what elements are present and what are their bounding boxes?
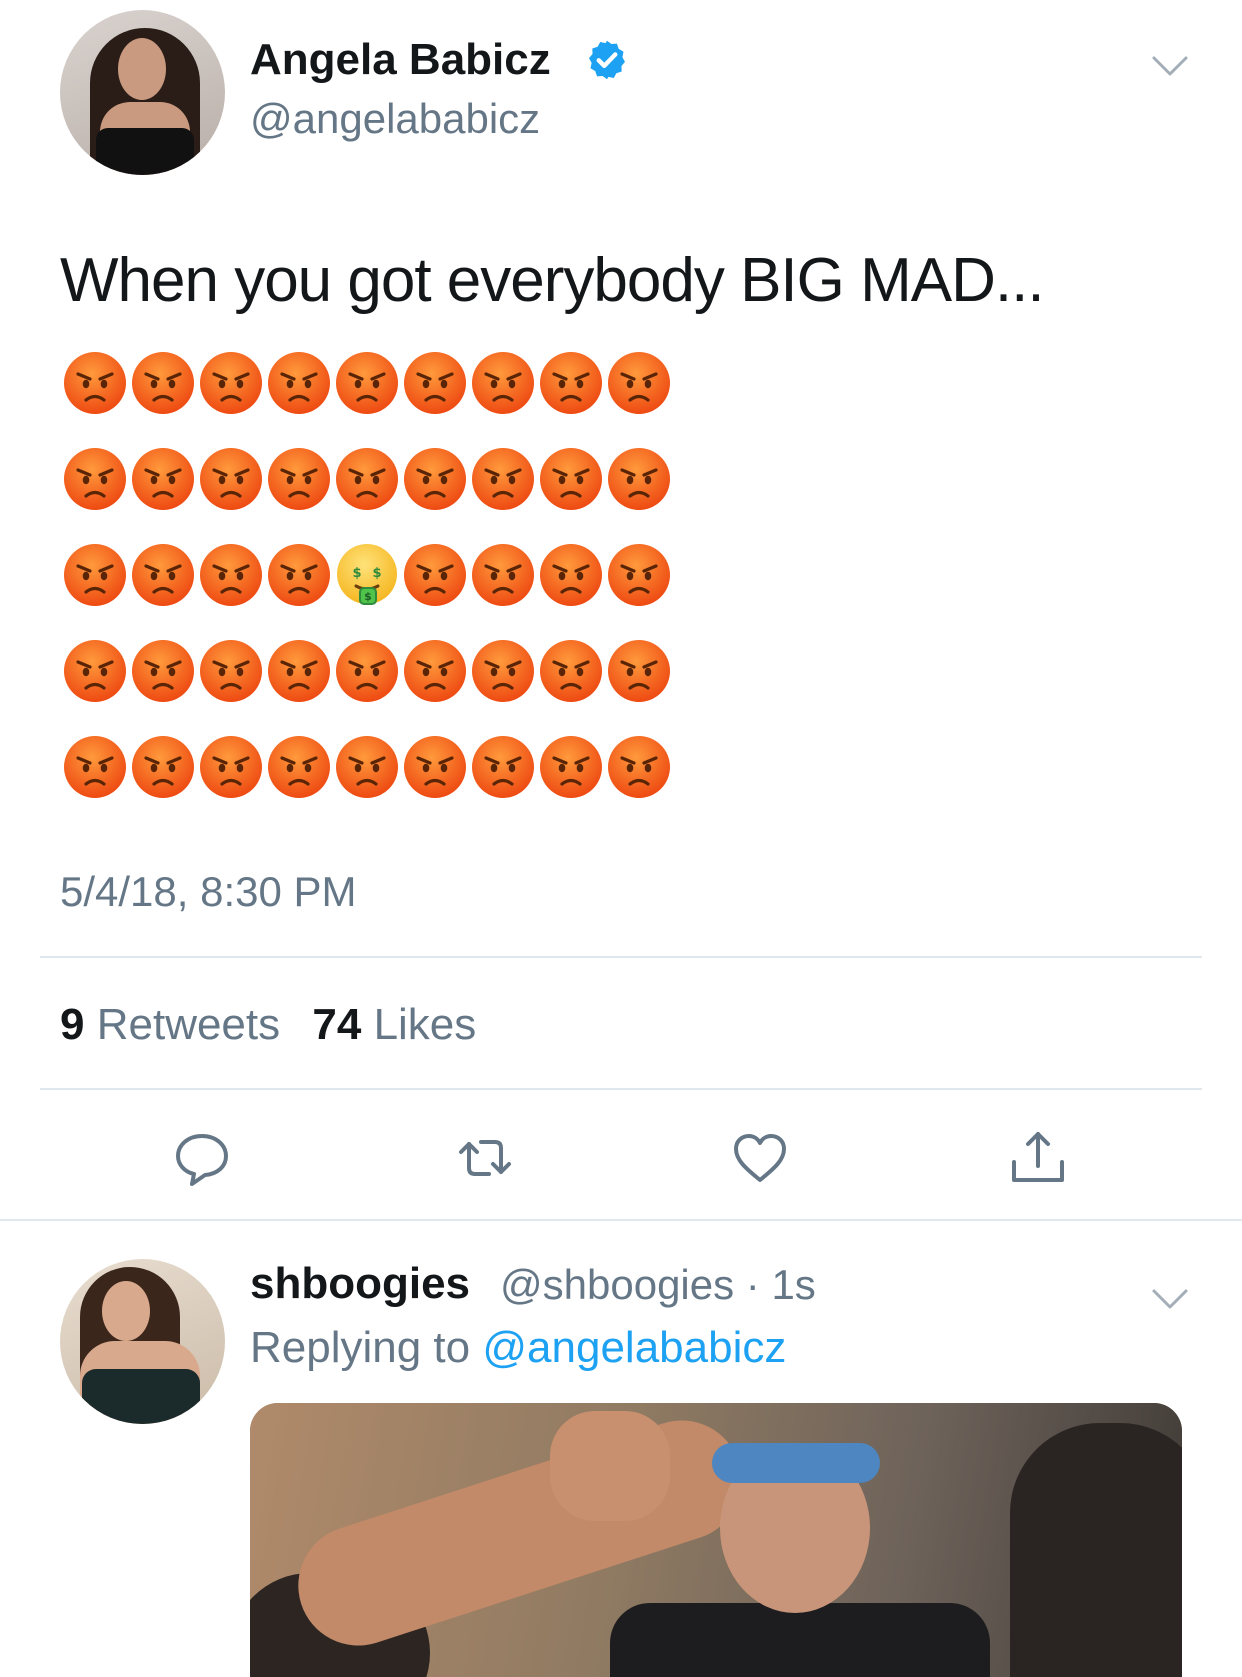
verified-badge-icon — [589, 40, 625, 80]
retweet-icon — [459, 1140, 511, 1176]
angry-face-emoji-icon — [62, 446, 134, 518]
angry-face-emoji-icon — [334, 638, 406, 710]
emoji-row — [62, 350, 674, 446]
money-mouth-face-emoji-icon: $ $ $ — [334, 542, 406, 614]
likes-label[interactable]: Likes — [374, 1000, 477, 1049]
angry-face-emoji-icon — [62, 350, 134, 422]
angry-face-emoji-icon — [198, 638, 270, 710]
reply-icon — [176, 1134, 228, 1186]
angry-face-emoji-icon — [538, 542, 610, 614]
angry-face-emoji-icon — [402, 350, 474, 422]
reply-handle-time[interactable]: @shboogies · 1s — [500, 1261, 816, 1309]
tweet-stats: 9 Retweets 74 Likes — [60, 1000, 496, 1050]
emoji-row — [62, 638, 674, 734]
tweet-timestamp: 5/4/18, 8:30 PM — [60, 868, 357, 915]
angry-face-emoji-icon — [538, 734, 610, 806]
angry-face-emoji-icon — [266, 350, 338, 422]
angry-face-emoji-icon — [470, 734, 542, 806]
angry-face-emoji-icon — [334, 446, 406, 518]
angry-face-emoji-icon — [130, 734, 202, 806]
angry-face-emoji-icon — [62, 542, 134, 614]
angry-face-emoji-icon — [538, 350, 610, 422]
replying-to: Replying to @angelababicz — [250, 1323, 786, 1373]
svg-text:$: $ — [364, 590, 372, 603]
reply-button[interactable] — [172, 1128, 232, 1188]
svg-text:$: $ — [372, 566, 381, 581]
angry-face-emoji-icon — [130, 542, 202, 614]
emoji-row: $ $ $ — [62, 542, 674, 638]
like-button[interactable] — [730, 1128, 790, 1188]
divider — [40, 1088, 1202, 1090]
angry-face-emoji-icon — [470, 638, 542, 710]
angry-face-emoji-icon — [606, 542, 678, 614]
reply-media-gif[interactable] — [250, 1403, 1182, 1677]
emoji-row — [62, 446, 674, 542]
angry-face-emoji-icon — [130, 638, 202, 710]
angry-face-emoji-icon — [402, 446, 474, 518]
divider — [40, 956, 1202, 958]
angry-face-emoji-icon — [334, 734, 406, 806]
author-avatar[interactable] — [60, 10, 225, 175]
tweet: Angela Babicz @angelababicz When you got… — [0, 0, 1242, 1221]
angry-face-emoji-icon — [606, 350, 678, 422]
angry-face-emoji-icon — [130, 446, 202, 518]
svg-text:$: $ — [352, 566, 361, 581]
share-icon — [1012, 1132, 1064, 1182]
retweets-count[interactable]: 9 — [60, 1000, 84, 1049]
author-name[interactable]: Angela Babicz — [250, 35, 551, 85]
emoji-grid: $ $ $ — [62, 350, 674, 830]
reply-author-name[interactable]: shboogies — [250, 1259, 470, 1309]
reply-author-avatar[interactable] — [60, 1259, 225, 1424]
angry-face-emoji-icon — [130, 350, 202, 422]
angry-face-emoji-icon — [198, 734, 270, 806]
angry-face-emoji-icon — [402, 542, 474, 614]
angry-face-emoji-icon — [470, 446, 542, 518]
angry-face-emoji-icon — [266, 542, 338, 614]
angry-face-emoji-icon — [334, 350, 406, 422]
emoji-row — [62, 734, 674, 830]
likes-count[interactable]: 74 — [312, 1000, 361, 1049]
angry-face-emoji-icon — [402, 734, 474, 806]
tweet-text: When you got everybody BIG MAD... — [60, 246, 1045, 315]
angry-face-emoji-icon — [62, 638, 134, 710]
angry-face-emoji-icon — [402, 638, 474, 710]
angry-face-emoji-icon — [470, 542, 542, 614]
angry-face-emoji-icon — [198, 350, 270, 422]
replying-mention-link[interactable]: @angelababicz — [482, 1323, 786, 1372]
heart-icon — [734, 1134, 786, 1182]
retweets-label[interactable]: Retweets — [97, 1000, 280, 1049]
angry-face-emoji-icon — [62, 734, 134, 806]
angry-face-emoji-icon — [606, 446, 678, 518]
replying-prefix: Replying to — [250, 1323, 471, 1372]
angry-face-emoji-icon — [538, 638, 610, 710]
angry-face-emoji-icon — [470, 350, 542, 422]
chevron-down-icon[interactable] — [1150, 52, 1190, 80]
reply-tweet[interactable]: shboogies @shboogies · 1s Replying to @a… — [0, 1221, 1242, 1677]
angry-face-emoji-icon — [198, 446, 270, 518]
angry-face-emoji-icon — [606, 734, 678, 806]
retweet-button[interactable] — [455, 1128, 515, 1188]
angry-face-emoji-icon — [266, 638, 338, 710]
angry-face-emoji-icon — [266, 446, 338, 518]
angry-face-emoji-icon — [266, 734, 338, 806]
chevron-down-icon[interactable] — [1150, 1285, 1190, 1313]
angry-face-emoji-icon — [198, 542, 270, 614]
share-button[interactable] — [1008, 1128, 1068, 1188]
angry-face-emoji-icon — [606, 638, 678, 710]
angry-face-emoji-icon — [538, 446, 610, 518]
author-handle[interactable]: @angelababicz — [250, 95, 540, 143]
